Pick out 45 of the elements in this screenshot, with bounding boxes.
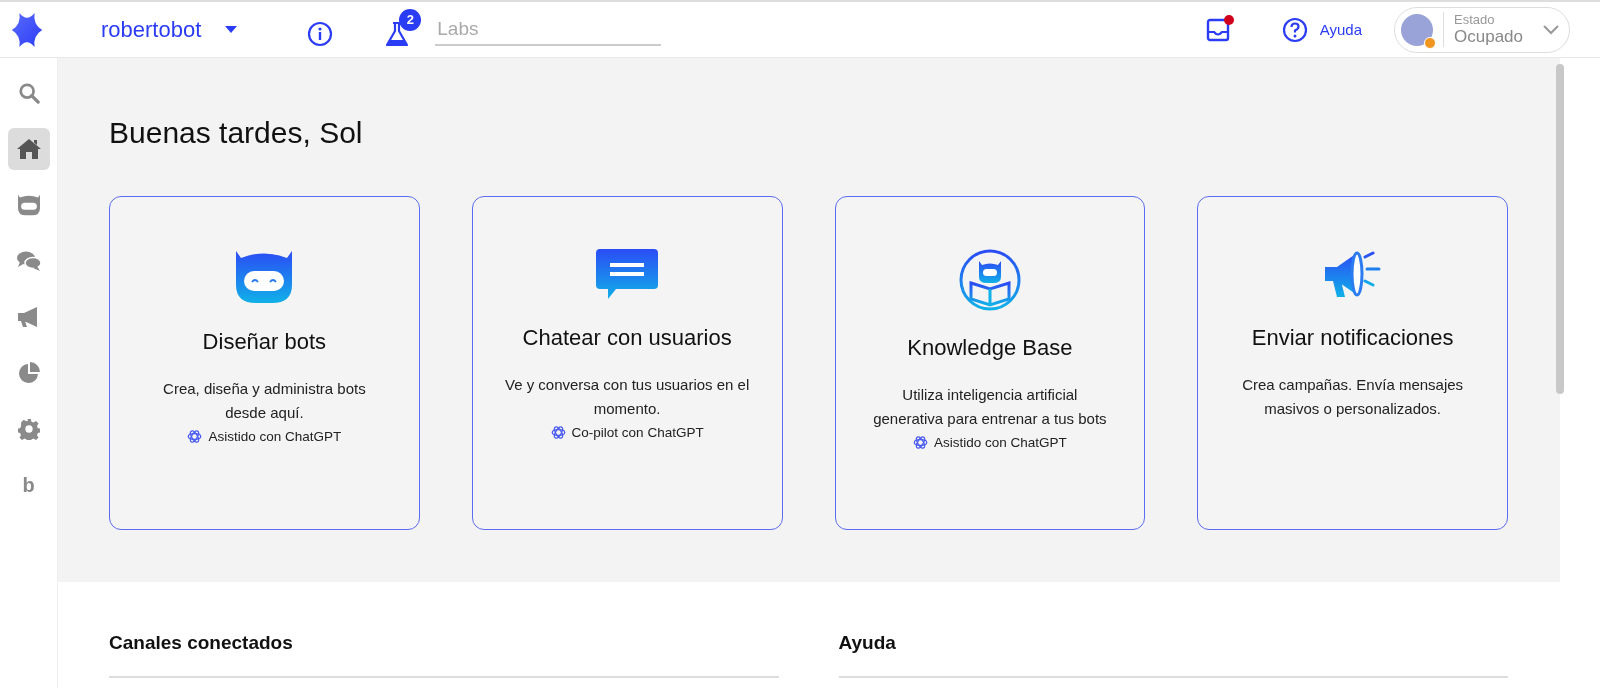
ai-note: Asistido con ChatGPT (933, 435, 1067, 450)
card-title: Chatear con usuarios (522, 325, 732, 351)
card-description: Crea, diseña y administra bots desde aquí. (162, 379, 367, 423)
inbox-icon (1205, 17, 1230, 42)
labs-input-field[interactable]: Labs (435, 13, 662, 46)
scrollbar[interactable] (1556, 64, 1564, 394)
status-value: Ocupado (1454, 27, 1523, 47)
status-selector[interactable]: Estado Ocupado (1394, 6, 1570, 53)
help-button[interactable]: Ayuda (1281, 16, 1362, 43)
chatgpt-icon (912, 435, 928, 450)
status-dot (1424, 36, 1436, 49)
feature-card[interactable]: Diseñar bots Crea, diseña y administra bots desde aquí. Asistido con ChatGPT (109, 196, 420, 530)
chat-bubble-icon (596, 249, 659, 301)
sidebar-item[interactable] (7, 128, 50, 170)
greeting-title: Buenas tardes, Sol (109, 116, 364, 150)
card-title: Diseñar bots (202, 329, 327, 355)
card-title: Enviar notificaciones (1251, 325, 1454, 351)
chatgpt-icon (187, 429, 203, 444)
section-title: Ayuda (838, 632, 1508, 678)
ai-note: Co-pilot con ChatGPT (571, 425, 704, 440)
ai-note: Asistido con ChatGPT (208, 429, 342, 444)
chevron-down-icon (1543, 24, 1559, 35)
card-title: Knowledge Base (907, 335, 1073, 361)
feature-card[interactable]: Chatear con usuarios Ve y conversa con tus usuarios en el momento. Co-pilot con ChatGPT (471, 196, 783, 530)
home-icon (15, 138, 42, 160)
chat-bubbles-icon (15, 250, 42, 272)
pie-chart-icon (17, 362, 40, 384)
card-description: Ve y conversa con tus usuarios en el momento. (504, 375, 750, 419)
info-icon (307, 20, 334, 47)
feature-card[interactable]: Enviar notificaciones Crea campañas. Envía mensajes masivos o personalizados. (1197, 196, 1508, 530)
robot-reading-book-icon (958, 249, 1021, 311)
gear-icon (17, 418, 40, 440)
workspace-dropdown[interactable]: robertobot (101, 16, 238, 43)
chatgpt-icon (550, 425, 566, 440)
feature-card[interactable]: Knowledge Base Utiliza inteligencia artificial generativa para entrenar a tus bots Asistido con ChatGPT (834, 196, 1146, 530)
card-description: Crea campañas. Envía mensajes masivos o personalizados. (1241, 375, 1465, 419)
card-description: Utiliza inteligencia artificial generativa para entrenar a tus bots (872, 385, 1108, 429)
caret-icon (225, 26, 238, 33)
search-icon (17, 82, 40, 104)
robot-head-icon (15, 194, 42, 216)
help-icon (1281, 16, 1308, 43)
section-title: Canales conectados (109, 632, 779, 678)
labs-button[interactable]: 2 (381, 8, 422, 51)
status-label: Estado (1454, 12, 1495, 27)
count-badge: 2 (399, 8, 422, 31)
